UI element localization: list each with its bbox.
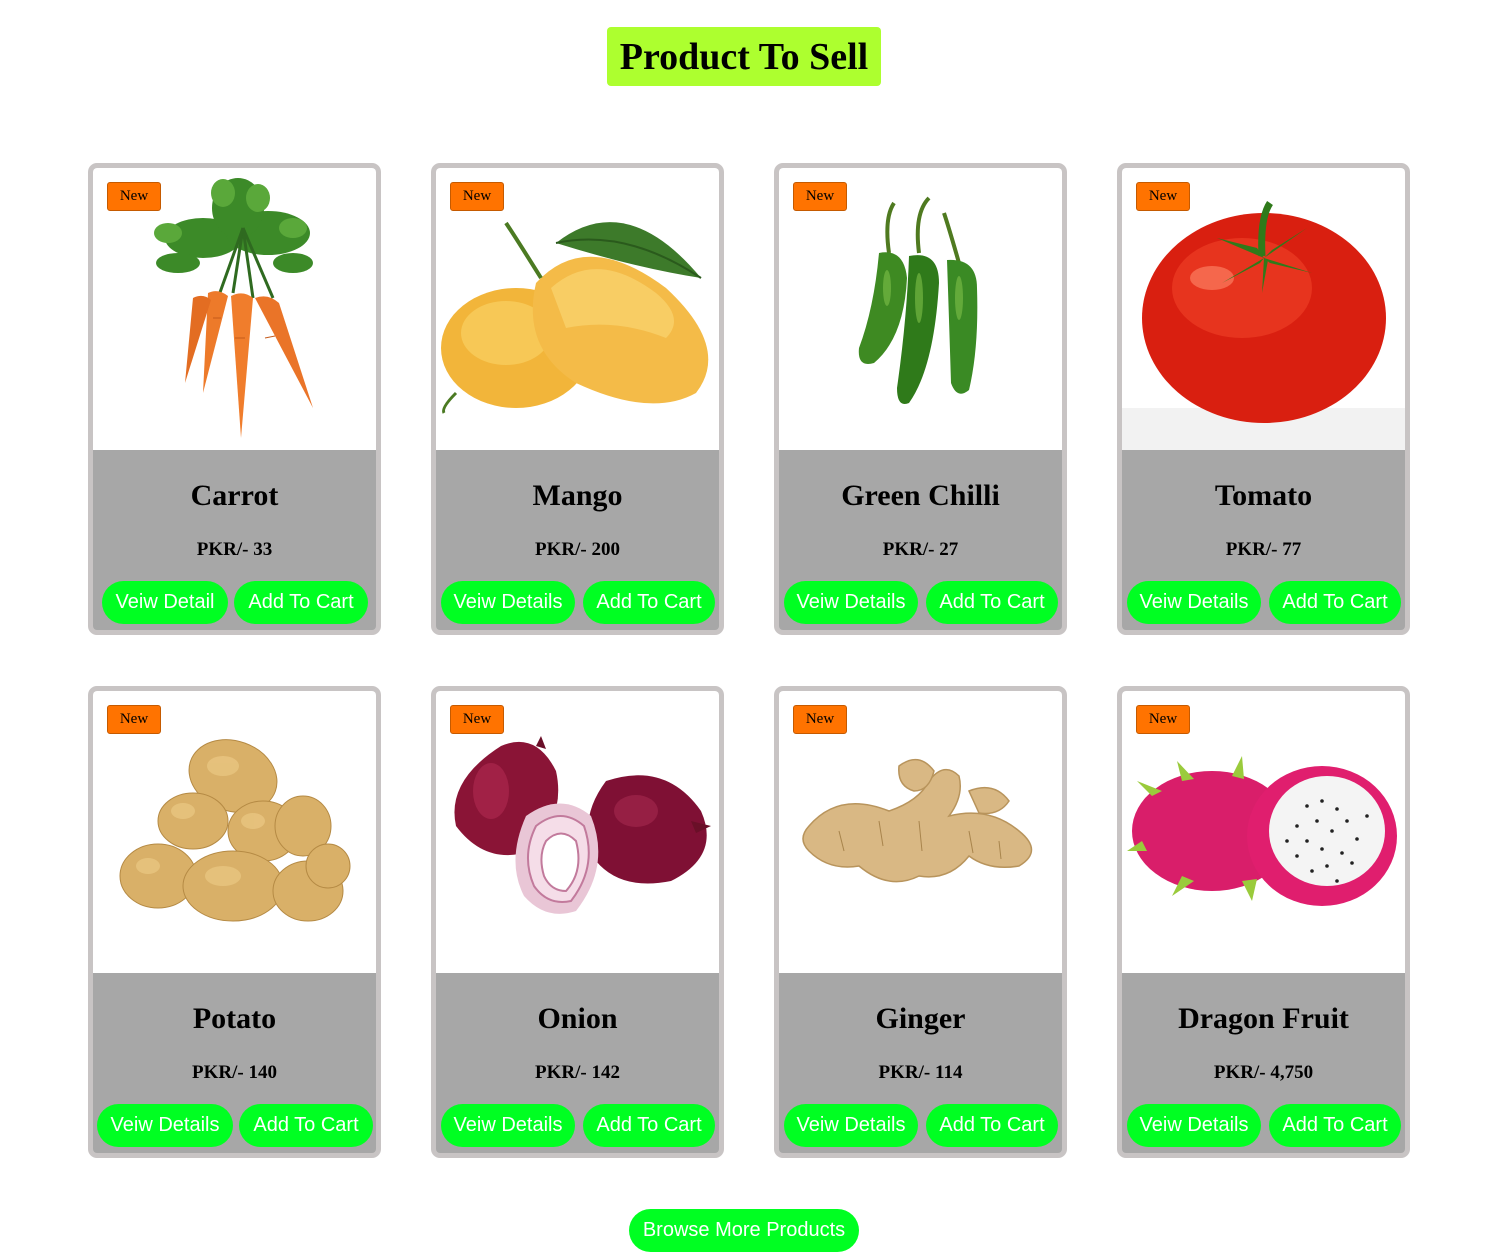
product-price: PKR/- 33	[196, 539, 273, 560]
green-chilli-image: New	[779, 168, 1062, 450]
page-title: Product To Sell	[607, 27, 881, 86]
add-to-cart-button[interactable]: Add To Cart	[1269, 581, 1401, 624]
add-to-cart-button[interactable]: Add To Cart	[234, 581, 368, 624]
potato-image: New	[93, 691, 376, 973]
add-to-cart-button[interactable]: Add To Cart	[1269, 1104, 1401, 1147]
product-name: Potato	[192, 1002, 277, 1035]
dragon-fruit-image: New	[1122, 691, 1405, 973]
new-badge: New	[793, 705, 847, 734]
add-to-cart-button[interactable]: Add To Cart	[583, 581, 715, 624]
product-card-potato: New Potato PKR/- 140 Veiw Details Add To…	[88, 686, 381, 1158]
view-details-button[interactable]: Veiw Detail	[102, 581, 228, 624]
product-card-ginger: New Ginger PKR/- 114 Veiw Details Add To…	[774, 686, 1067, 1158]
product-price: PKR/- 142	[535, 1062, 620, 1083]
add-to-cart-button[interactable]: Add To Cart	[583, 1104, 715, 1147]
product-card-dragon-fruit: New Dragon Fruit PKR/- 4,750 Veiw Detail…	[1117, 686, 1410, 1158]
product-price: PKR/- 140	[192, 1062, 277, 1083]
product-price: PKR/- 77	[1225, 539, 1302, 560]
product-price: PKR/- 200	[535, 539, 620, 560]
carrot-image: New	[93, 168, 376, 450]
new-badge: New	[107, 705, 161, 734]
product-card-onion: New Onion PKR/- 142 Veiw Details Add To …	[431, 686, 724, 1158]
product-page: Product To Sell New Carrot PKR/- 33 Veiw…	[0, 0, 1488, 1257]
onion-image: New	[436, 691, 719, 973]
product-name: Dragon Fruit	[1178, 1002, 1349, 1035]
product-name: Carrot	[190, 479, 279, 512]
product-card-carrot: New Carrot PKR/- 33 Veiw Detail Add To C…	[88, 163, 381, 635]
tomato-image: New	[1122, 168, 1405, 450]
product-name: Ginger	[875, 1002, 966, 1035]
new-badge: New	[450, 182, 504, 211]
product-name: Green Chilli	[841, 479, 1000, 512]
product-card-tomato: New Tomato PKR/- 77 Veiw Details Add To …	[1117, 163, 1410, 635]
add-to-cart-button[interactable]: Add To Cart	[926, 581, 1058, 624]
product-price: PKR/- 114	[878, 1062, 963, 1083]
browse-more-products-button[interactable]: Browse More Products	[629, 1209, 859, 1252]
view-details-button[interactable]: Veiw Details	[1127, 1104, 1261, 1147]
view-details-button[interactable]: Veiw Details	[97, 1104, 233, 1147]
product-price: PKR/- 27	[882, 539, 959, 560]
mango-image: New	[436, 168, 719, 450]
product-name: Onion	[537, 1002, 618, 1035]
product-card-green-chilli: New Green Chilli PKR/- 27 Veiw Details A…	[774, 163, 1067, 635]
new-badge: New	[107, 182, 161, 211]
product-name: Mango	[532, 479, 623, 512]
product-name: Tomato	[1214, 479, 1313, 512]
view-details-button[interactable]: Veiw Details	[784, 581, 918, 624]
new-badge: New	[793, 182, 847, 211]
view-details-button[interactable]: Veiw Details	[784, 1104, 918, 1147]
product-card-mango: New Mango PKR/- 200 Veiw Details Add To …	[431, 163, 724, 635]
view-details-button[interactable]: Veiw Details	[441, 581, 575, 624]
new-badge: New	[1136, 182, 1190, 211]
add-to-cart-button[interactable]: Add To Cart	[926, 1104, 1058, 1147]
view-details-button[interactable]: Veiw Details	[1127, 581, 1261, 624]
add-to-cart-button[interactable]: Add To Cart	[239, 1104, 373, 1147]
product-price: PKR/- 4,750	[1213, 1062, 1314, 1083]
new-badge: New	[450, 705, 504, 734]
ginger-image: New	[779, 691, 1062, 973]
view-details-button[interactable]: Veiw Details	[441, 1104, 575, 1147]
new-badge: New	[1136, 705, 1190, 734]
